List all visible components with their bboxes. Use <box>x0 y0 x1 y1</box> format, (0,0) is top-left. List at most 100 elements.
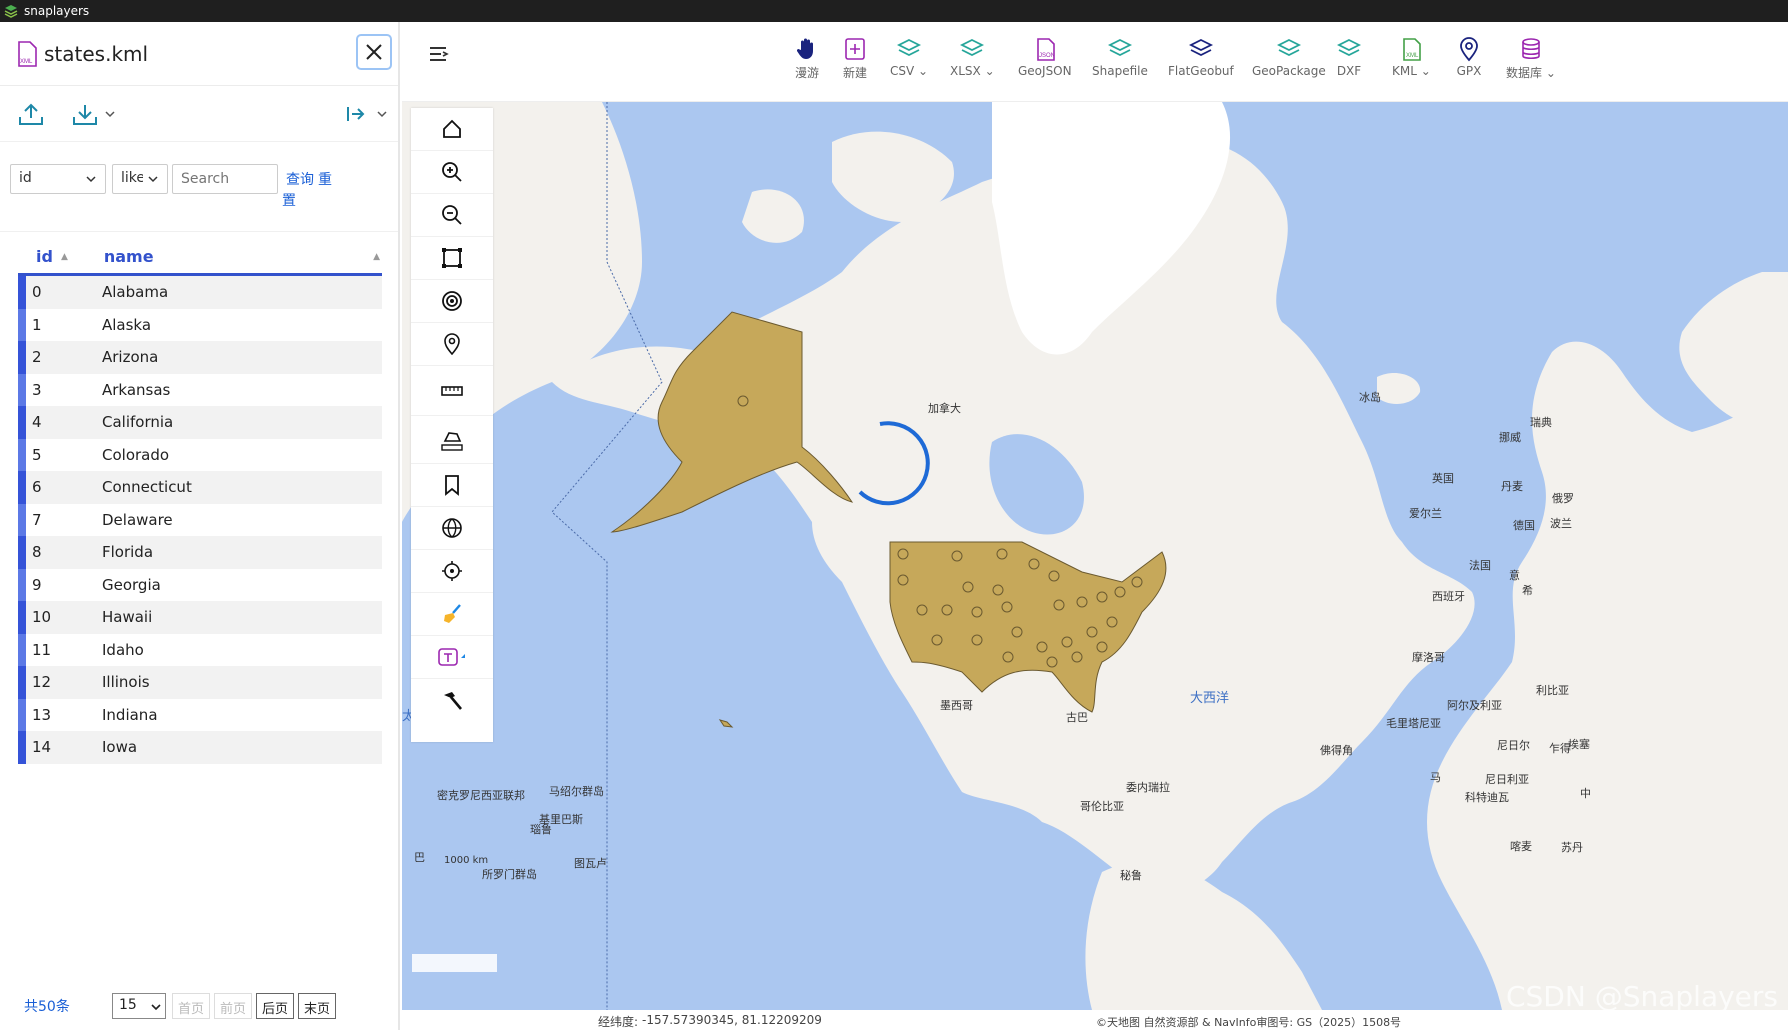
map-label-spain: 西班牙 <box>1432 590 1465 603</box>
chevron-down-icon[interactable]: ⌄ <box>1417 64 1431 78</box>
globe-tool[interactable] <box>411 507 493 550</box>
close-icon <box>366 44 382 60</box>
cell-id: 8 <box>32 543 42 562</box>
file-header: XML states.kml <box>0 22 398 86</box>
map-label-denmark: 丹麦 <box>1501 480 1523 493</box>
toolbar-button-11[interactable]: 数据库 ⌄ <box>1506 36 1556 81</box>
extent-tool[interactable] <box>411 237 493 280</box>
coords-value: -157.57390345, 81.12209209 <box>642 1013 822 1027</box>
toolbar-shapefile-button[interactable]: Shapefile <box>1092 36 1148 78</box>
toolbar-xlsx-button[interactable]: XLSX ⌄ <box>950 36 995 78</box>
hammer-tool[interactable] <box>411 679 493 722</box>
search-input[interactable] <box>172 164 278 194</box>
table-row[interactable]: 7 Delaware <box>18 503 382 536</box>
column-header-name[interactable]: name <box>104 247 154 266</box>
download-button[interactable] <box>72 102 116 126</box>
home-tool[interactable] <box>411 108 493 151</box>
bookmark-tool[interactable] <box>411 464 493 507</box>
reset-link-cont[interactable]: 置 <box>282 190 296 210</box>
chevron-down-icon[interactable]: ⌄ <box>914 64 928 78</box>
first-page-button[interactable]: 首页 <box>172 993 211 1019</box>
next-page-button[interactable]: 后页 <box>256 993 295 1019</box>
toolbar-flatgeobuf-button[interactable]: FlatGeobuf <box>1168 36 1234 78</box>
toolbar-dxf-button[interactable]: DXF <box>1336 36 1362 78</box>
table-row[interactable]: 13 Indiana <box>18 698 382 731</box>
menu-icon[interactable] <box>428 44 450 64</box>
toolbar-geojson-button[interactable]: JSON GeoJSON <box>1018 36 1072 78</box>
table-row[interactable]: 6 Connecticut <box>18 471 382 504</box>
table-row[interactable]: 0 Alabama <box>18 276 382 309</box>
cell-name: Idaho <box>102 640 144 659</box>
table-row[interactable]: 1 Alaska <box>18 308 382 341</box>
operator-select[interactable]: like <box>112 164 168 194</box>
measure-tool[interactable] <box>411 366 493 416</box>
chevron-down-icon[interactable]: ⌄ <box>981 64 995 78</box>
coords-label: 经纬度: <box>598 1015 639 1029</box>
table-row[interactable]: 9 Georgia <box>18 568 382 601</box>
location-pin-icon <box>444 333 460 355</box>
page-size-select[interactable]: 15 <box>112 993 166 1019</box>
reset-link[interactable]: 重 <box>318 169 332 189</box>
cell-name: Georgia <box>102 575 161 594</box>
extent-icon <box>442 248 462 268</box>
cell-name: California <box>102 413 174 432</box>
table-row[interactable]: 8 Florida <box>18 536 382 569</box>
chevron-down-icon[interactable] <box>376 109 388 119</box>
table-row[interactable]: 11 Idaho <box>18 633 382 666</box>
toolbar-geopackage-button[interactable]: GeoPackage <box>1252 36 1326 78</box>
cell-name: Iowa <box>102 738 138 757</box>
field-select[interactable]: id <box>10 164 106 194</box>
table-row[interactable]: 10 Hawaii <box>18 601 382 634</box>
zoom-out-tool[interactable] <box>411 194 493 237</box>
map-attribution: ©天地图 自然资源部 & NavInfo审图号: GS（2025）1508号 <box>1096 1016 1402 1029</box>
clear-tool[interactable] <box>411 593 493 636</box>
row-indicator <box>18 731 26 764</box>
map-label-uk: 英国 <box>1432 472 1454 485</box>
row-indicator <box>18 568 26 601</box>
chevron-down-icon[interactable] <box>104 109 116 119</box>
cell-name: Colorado <box>102 445 170 464</box>
upload-button[interactable] <box>18 102 44 126</box>
table-row[interactable]: 5 Colorado <box>18 438 382 471</box>
area-measure-tool[interactable] <box>411 416 493 464</box>
map-label-ireland: 爱尔兰 <box>1409 507 1442 520</box>
table-row[interactable]: 4 California <box>18 406 382 439</box>
toolbar-kml-button[interactable]: XML KML ⌄ <box>1392 36 1431 78</box>
table-row[interactable]: 12 Illinois <box>18 666 382 699</box>
text-tool[interactable] <box>411 636 493 679</box>
layers-icon <box>897 38 922 57</box>
row-indicator <box>18 341 26 374</box>
map-label-russia: 俄罗 <box>1552 492 1574 505</box>
chevron-down-icon <box>148 176 158 183</box>
chevron-down-icon <box>86 176 96 183</box>
sort-asc-icon[interactable]: ▲ <box>373 252 380 262</box>
location-tool[interactable] <box>411 323 493 366</box>
table-row[interactable]: 3 Arkansas <box>18 373 382 406</box>
toolbar-gpx-button[interactable]: GPX <box>1456 36 1482 78</box>
text-box-icon <box>438 648 465 666</box>
table-row[interactable]: 2 Arizona <box>18 341 382 374</box>
sort-asc-icon[interactable]: ▲ <box>61 252 68 262</box>
table-row[interactable]: 14 Iowa <box>18 731 382 764</box>
attribute-table: id ▲ name ▲ 0 Alabama 1 Alaska 2 Arizona 3 Arkansas… <box>18 240 382 764</box>
query-link[interactable]: 查询 <box>286 169 314 189</box>
map-label-sudan: 苏丹 <box>1561 841 1583 854</box>
chevron-down-icon[interactable]: ⌄ <box>1542 66 1556 80</box>
toolbar-button-0[interactable]: 漫游 <box>794 36 820 81</box>
zoom-in-tool[interactable] <box>411 151 493 194</box>
locate-tool[interactable] <box>411 550 493 593</box>
row-indicator <box>18 406 26 439</box>
prev-page-button[interactable]: 前页 <box>214 993 253 1019</box>
target-tool[interactable] <box>411 280 493 323</box>
last-page-button[interactable]: 末页 <box>298 993 337 1019</box>
column-header-id[interactable]: id <box>36 247 53 266</box>
toolbar-button-1[interactable]: 新建 <box>842 36 868 81</box>
toolbar-csv-button[interactable]: CSV ⌄ <box>890 36 928 78</box>
map-view[interactable]: 加拿大 冰岛 瑞典 挪威 英国 丹麦 俄罗 爱尔兰 德国 波兰 法国 意 西班牙… <box>402 102 1788 1010</box>
cell-name: Illinois <box>102 673 150 692</box>
toolbar-label: GeoJSON <box>1018 64 1072 78</box>
close-panel-button[interactable] <box>356 34 392 70</box>
cell-id: 7 <box>32 510 42 529</box>
svg-text:XML: XML <box>20 59 33 65</box>
export-arrow-icon[interactable] <box>346 104 366 124</box>
